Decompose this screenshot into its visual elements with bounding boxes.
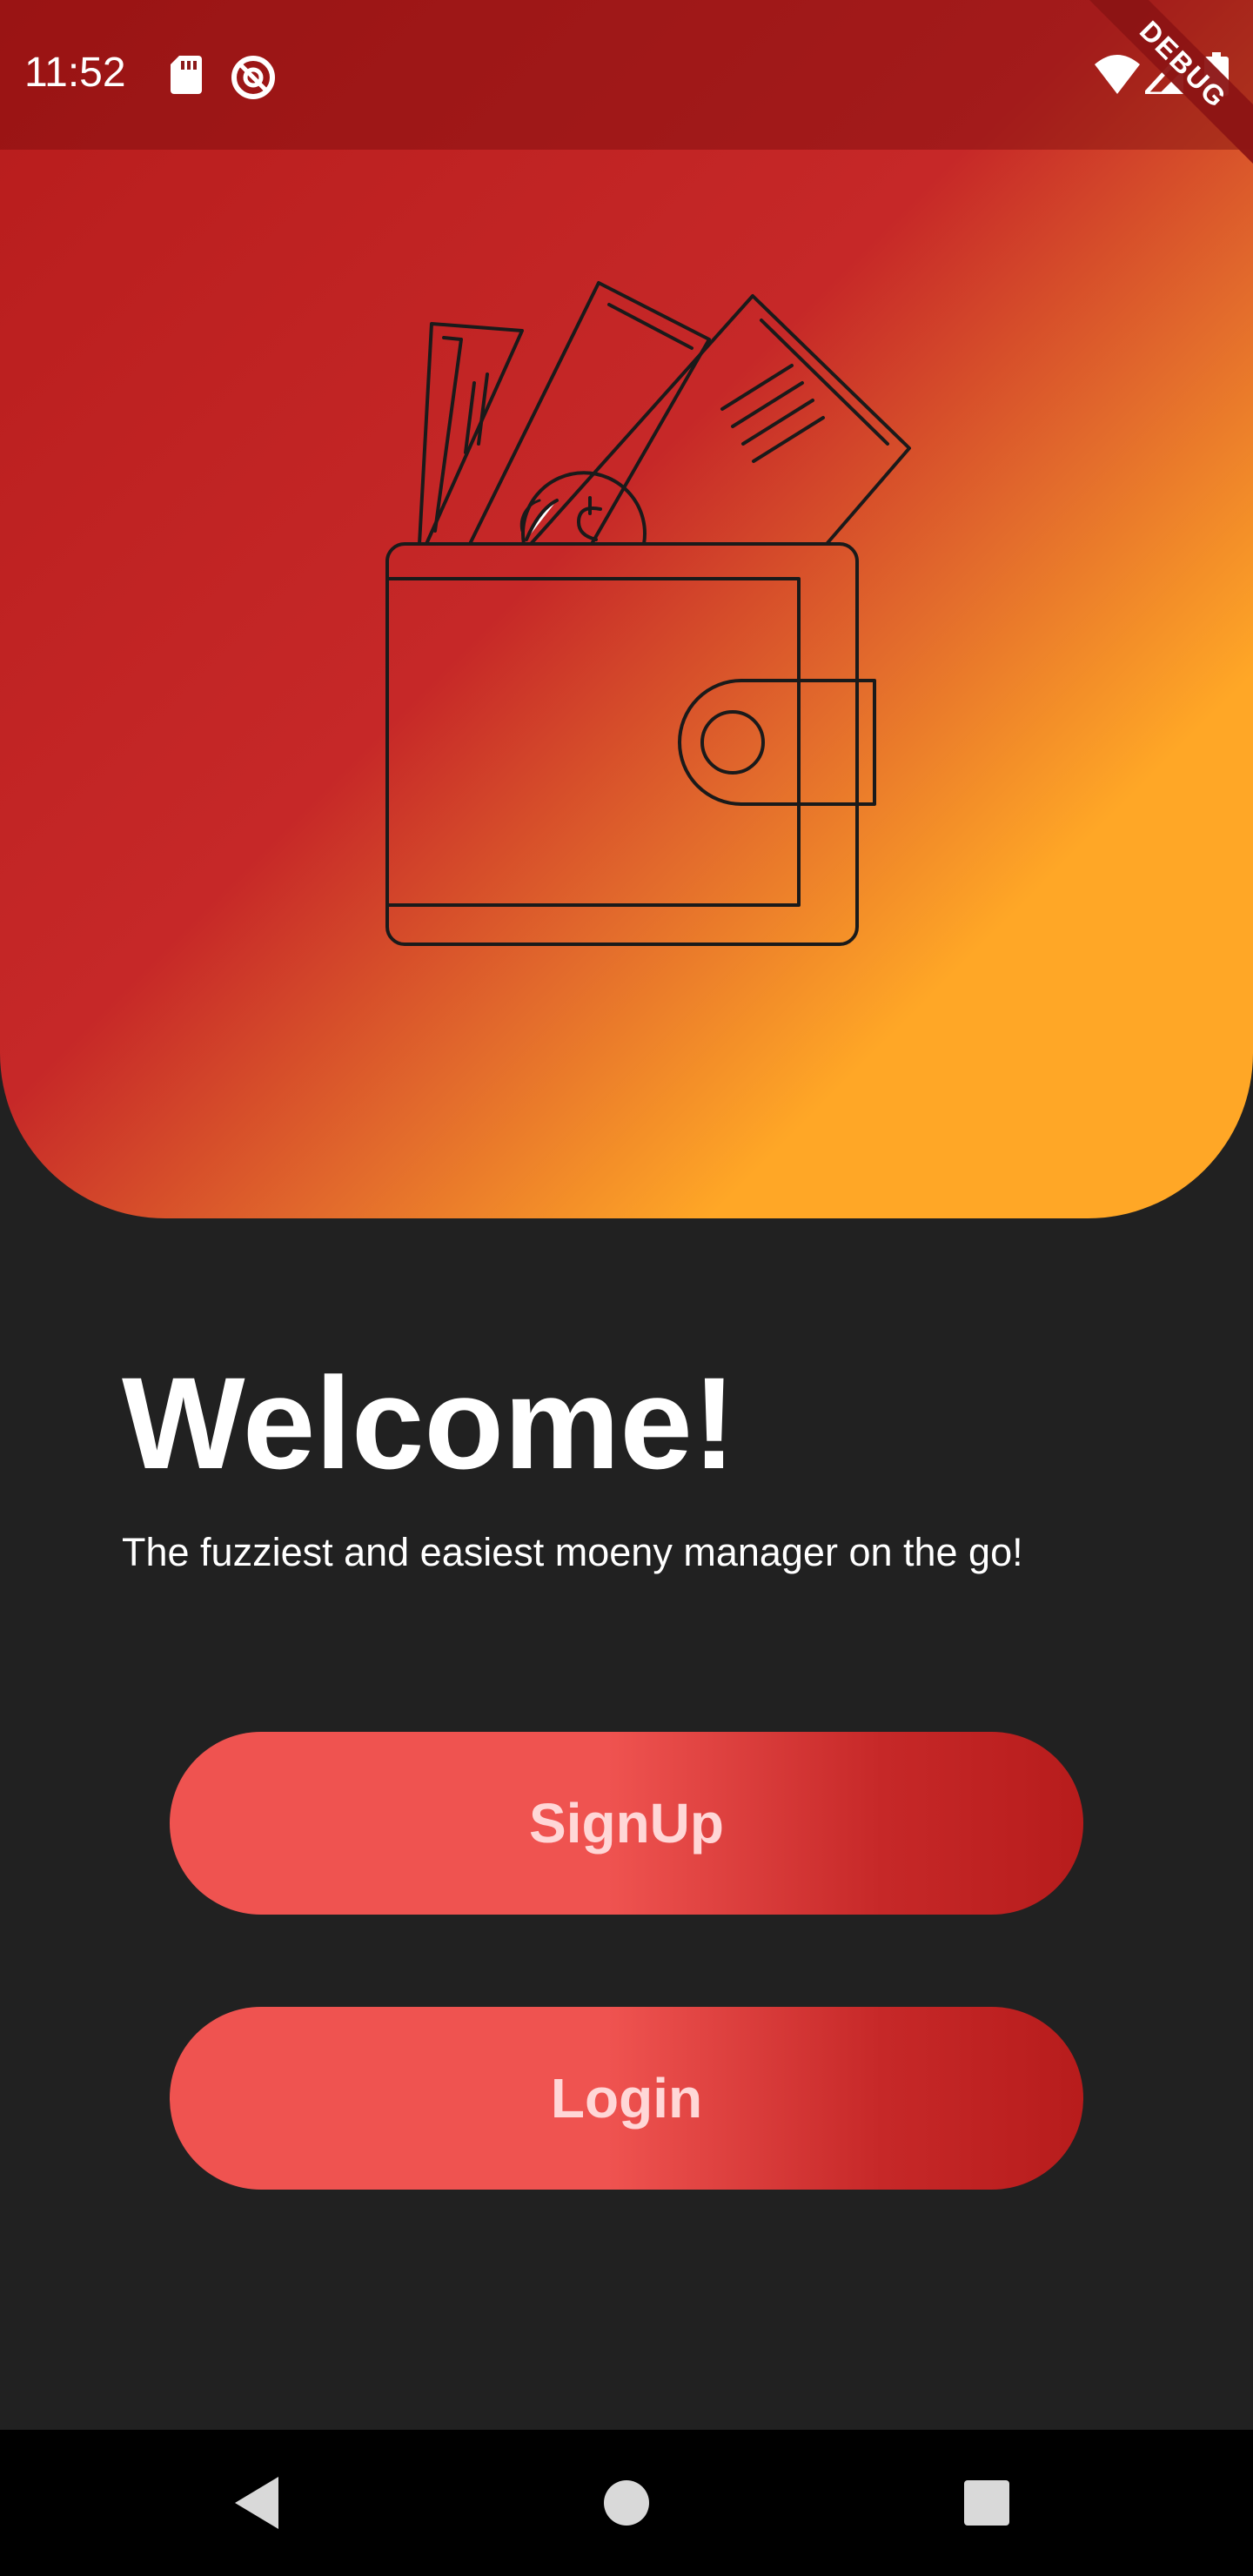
sd-card-icon xyxy=(171,56,202,94)
back-icon[interactable] xyxy=(235,2475,289,2531)
do-not-disturb-icon xyxy=(231,56,275,99)
recent-apps-icon[interactable] xyxy=(964,2480,1009,2526)
hero-banner: 11:52 DEBUG xyxy=(0,0,1253,1218)
signup-button[interactable]: SignUp xyxy=(170,1732,1083,1915)
status-bar: 11:52 xyxy=(0,0,1253,150)
navigation-bar xyxy=(0,2430,1253,2576)
wifi-icon xyxy=(1095,55,1140,94)
login-button[interactable]: Login xyxy=(170,2007,1083,2190)
welcome-subtitle: The fuzziest and easiest moeny manager o… xyxy=(122,1530,1023,1574)
home-icon[interactable] xyxy=(602,2479,651,2527)
status-time: 11:52 xyxy=(24,50,126,96)
wallet-with-money-icon xyxy=(385,281,911,946)
welcome-title: Welcome! xyxy=(122,1350,736,1496)
